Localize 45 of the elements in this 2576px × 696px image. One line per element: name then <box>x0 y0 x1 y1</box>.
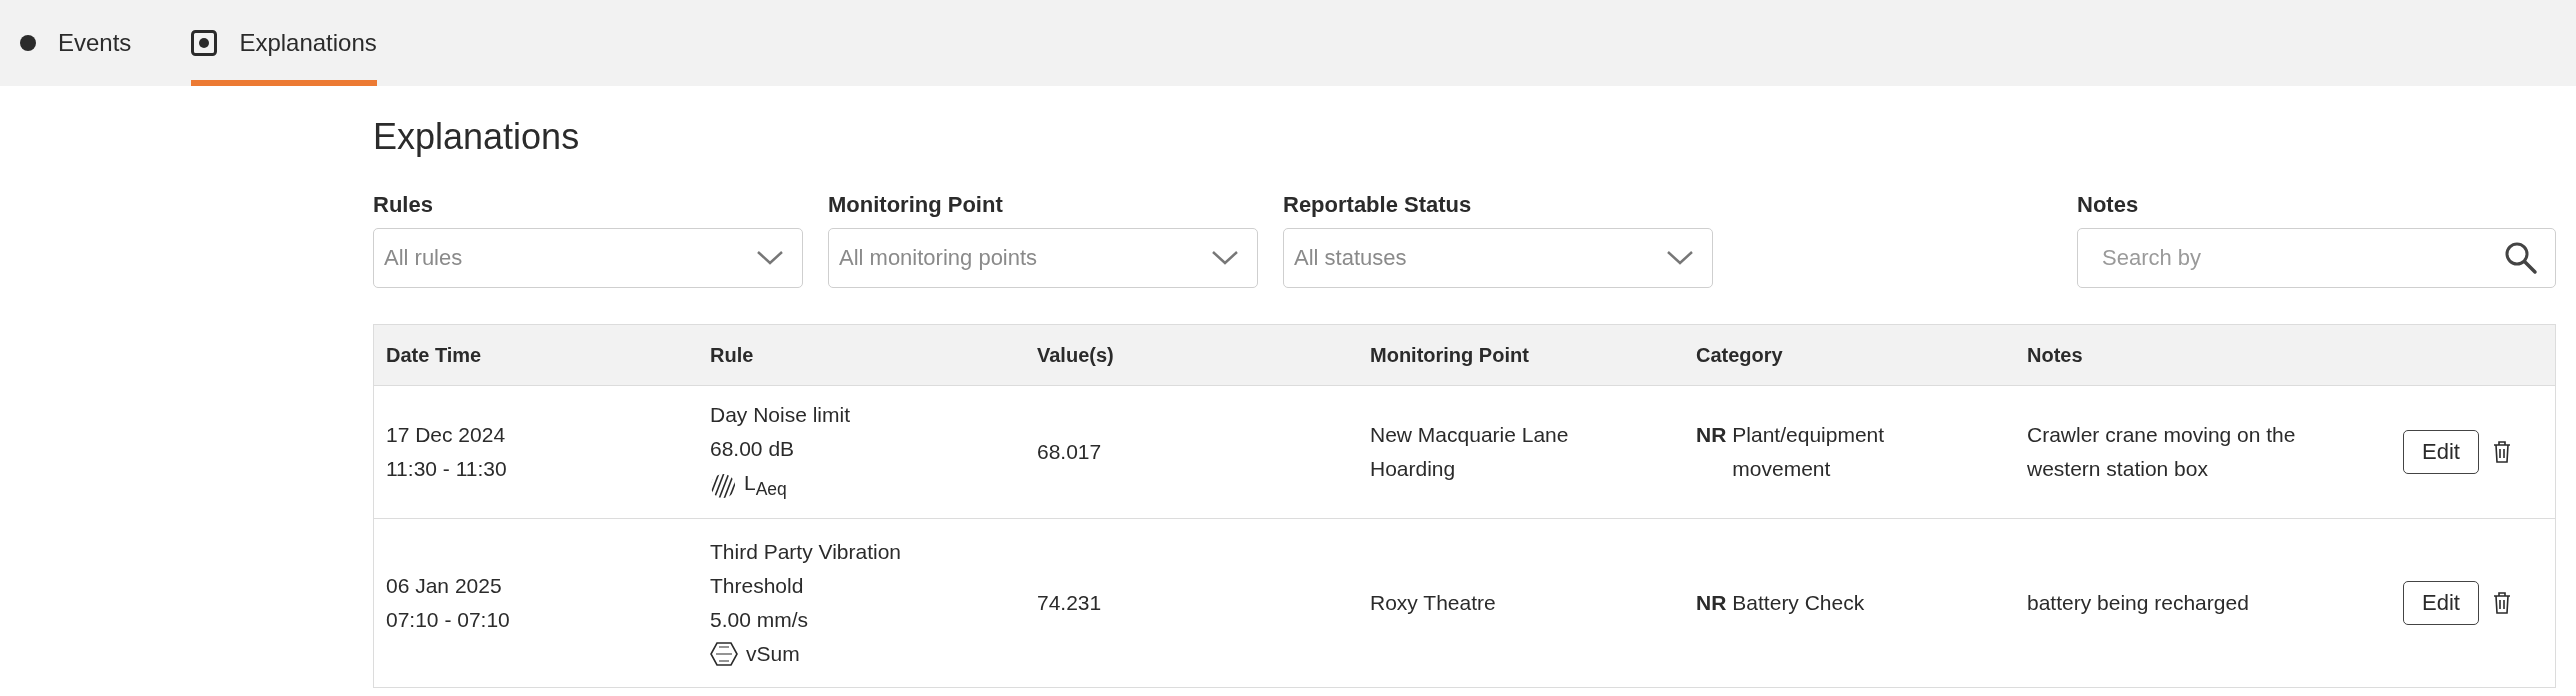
column-header: Monitoring Point <box>1369 343 1530 367</box>
edit-button[interactable]: Edit <box>2403 430 2479 474</box>
rule-text: Third Party Vibration Threshold <box>710 539 903 599</box>
monitoring-point-text: Roxy Theatre <box>1370 590 1497 616</box>
time-text: 07:10 - 07:10 <box>386 607 511 633</box>
category-code: NR <box>1696 590 1727 616</box>
filter-label: Monitoring Point <box>828 192 1004 218</box>
column-header: Category <box>1695 343 1784 367</box>
column-header: Rule <box>709 343 755 367</box>
chevron-down-icon <box>756 250 784 266</box>
trash-icon[interactable] <box>2492 440 2511 464</box>
chevron-down-icon <box>1666 250 1694 266</box>
search-icon[interactable] <box>2504 241 2538 275</box>
hatched-circle-icon <box>710 473 736 499</box>
time-text: 11:30 - 11:30 <box>386 456 508 482</box>
metric-text: vSum <box>746 641 800 667</box>
rule-text: 68.00 dB <box>710 435 796 462</box>
date-text: 06 Jan 2025 <box>386 573 503 599</box>
dot-icon <box>20 35 36 51</box>
trash-icon[interactable] <box>2492 591 2511 615</box>
date-text: 17 Dec 2024 <box>386 422 507 448</box>
value-text: 74.231 <box>1037 590 1103 616</box>
category-text: Plant/equipment movement <box>1732 422 1886 482</box>
search-field[interactable]: Search by <box>2077 228 2556 288</box>
tab[interactable]: Events <box>20 0 132 86</box>
hexagon-icon <box>710 641 738 667</box>
rule-text: 5.00 mm/s <box>710 607 810 633</box>
tab[interactable]: Explanations <box>191 0 377 86</box>
chevron-down-icon <box>1211 250 1239 266</box>
page-title: Explanations <box>373 116 581 158</box>
category-code: NR <box>1696 422 1727 448</box>
rule-text: Day Noise limit <box>710 401 852 428</box>
notes-text: Crawler crane moving on the western station box <box>2027 422 2297 482</box>
column-header: Date Time <box>385 343 483 367</box>
notes-text: battery being recharged <box>2027 590 2250 616</box>
filter-label: Reportable Status <box>1283 192 1473 218</box>
column-header: Value(s) <box>1036 343 1115 367</box>
value-text: 68.017 <box>1037 439 1103 465</box>
column-header: Notes <box>2026 343 2084 367</box>
filter-label: Notes <box>2077 192 2140 218</box>
metric-text: L$_{Aeq}$ <box>744 469 787 502</box>
monitoring-point-text: New Macquarie Lane Hoarding <box>1370 422 1570 482</box>
edit-button[interactable]: Edit <box>2403 581 2479 625</box>
category-text: Battery Check <box>1732 590 1865 616</box>
filter-label: Rules <box>373 192 434 218</box>
